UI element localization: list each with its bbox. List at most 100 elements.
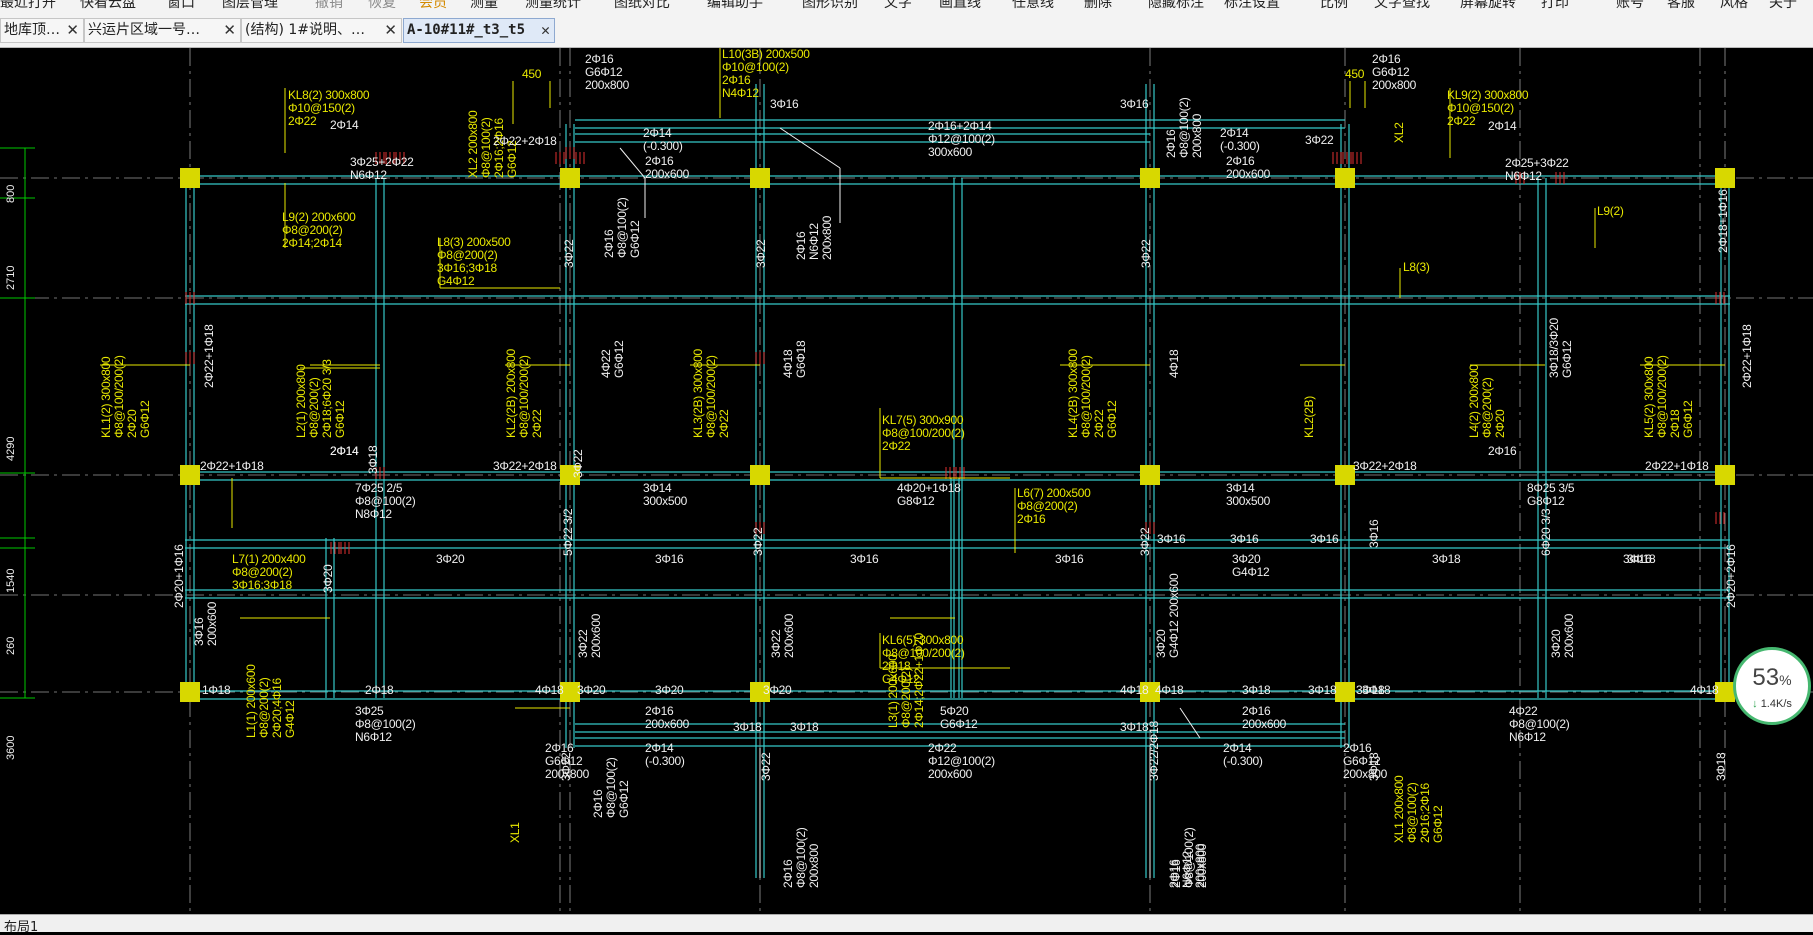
tab-0[interactable]: 地库顶… ✕ xyxy=(0,18,84,43)
menu-item-17[interactable]: 标注设置 xyxy=(1224,0,1280,11)
rebar-label: 2Φ14 xyxy=(330,118,359,132)
menu-item-11[interactable]: 图形识别 xyxy=(802,0,858,11)
rebar-label-vertical: 3Φ16 xyxy=(1367,519,1381,548)
column-5 xyxy=(1715,168,1735,188)
menu-item-18[interactable]: 比例 xyxy=(1320,0,1348,11)
rebar-label: 3Φ18 xyxy=(1627,552,1656,566)
menu-item-2[interactable]: 窗口 xyxy=(167,0,195,11)
tab-close-icon[interactable]: ✕ xyxy=(66,19,79,42)
rebar-label-vertical: 3Φ20 xyxy=(321,564,335,593)
rebar-label: 3Φ20 xyxy=(763,683,792,697)
tab-2[interactable]: (结构) 1#说明、… ✕ xyxy=(241,18,402,43)
rebar-label-vertical: 4Φ18 G6Φ18 xyxy=(781,340,808,378)
rebar-label: 3Φ20 xyxy=(655,683,684,697)
menu-item-0[interactable]: 最近打开 xyxy=(0,0,56,11)
menu-item-3[interactable]: 图层管理 xyxy=(222,0,278,11)
menu-item-5[interactable]: 恢复 xyxy=(368,0,396,11)
menu-item-6[interactable]: 会员 xyxy=(419,0,447,11)
column-0 xyxy=(180,168,200,188)
rebar-label: 3Φ16 xyxy=(1230,532,1259,546)
menu-item-1[interactable]: 快看云盘 xyxy=(80,0,136,11)
menu-item-23[interactable]: 客服 xyxy=(1667,0,1695,11)
layout-tab[interactable]: 布局1 xyxy=(4,916,38,935)
network-speed-widget[interactable]: 53% ↓ 1.4K/s xyxy=(1733,647,1811,725)
rebar-label: 3Φ25 Φ8@100(2) N6Φ12 xyxy=(355,704,416,744)
beam-annotation: L8(3) 200x500 Φ8@200(2) 3Φ16;3Φ18 G4Φ12 xyxy=(437,235,511,288)
menu-item-14[interactable]: 任意线 xyxy=(1012,0,1054,11)
rebar-label: 4Φ20+1Φ18 G8Φ12 xyxy=(897,481,961,508)
rebar-label: 2Φ16 200x600 xyxy=(645,704,689,731)
tab-1[interactable]: 兴运片区域一号… ✕ xyxy=(84,18,241,43)
tab-close-icon[interactable]: ✕ xyxy=(541,19,550,42)
menu-item-13[interactable]: 画直线 xyxy=(939,0,981,11)
rebar-label: 2Φ14 xyxy=(1488,119,1517,133)
rebar-label: 3Φ18 xyxy=(1362,683,1391,697)
rebar-label: 4Φ18 xyxy=(1155,683,1184,697)
beam-annotation-vertical: KL4(2B) 300x800 Φ8@100/200(2) 2Φ22 G6Φ12 xyxy=(1066,349,1119,438)
column-11 xyxy=(1715,465,1735,485)
rebar-label: 3Φ18 xyxy=(733,720,762,734)
rebar-label-vertical: 2Φ20+1Φ16 xyxy=(172,544,186,609)
menu-item-4[interactable]: 撤销 xyxy=(315,0,343,11)
rebar-label: 3Φ14 300x500 xyxy=(1226,481,1270,508)
beam-annotation-vertical: XL1 xyxy=(508,822,522,843)
beam-annotation-vertical: L3(1) 200x600 Φ8@200(2) 2Φ14;2Φ22+1Φ20 xyxy=(886,633,926,728)
rebar-label: 3Φ16 xyxy=(1120,97,1149,111)
dimension-label: 260 xyxy=(5,636,17,655)
rebar-label: 1Φ18 xyxy=(202,683,231,697)
beam-annotation-vertical: KL2(2B) xyxy=(1302,396,1316,438)
rebar-label: 3Φ20 xyxy=(436,552,465,566)
rebar-label: 4Φ18 xyxy=(1690,683,1719,697)
rebar-label-vertical: 3Φ22 xyxy=(754,239,768,268)
rebar-label: 2Φ16+2Φ14 Φ12@100(2) 300x600 xyxy=(928,119,995,159)
rebar-label-vertical: 3Φ22 xyxy=(571,449,585,478)
beam-annotation: L10(3B) 200x500 Φ10@100(2) 2Φ16 N4Φ12 xyxy=(722,47,810,100)
tab-close-icon[interactable]: ✕ xyxy=(384,19,397,42)
tab-label: 地库顶… xyxy=(4,22,60,38)
menu-item-21[interactable]: 打印 xyxy=(1541,0,1569,11)
rebar-label: 3Φ18 xyxy=(1308,683,1337,697)
rebar-label: 3Φ14 300x500 xyxy=(643,481,687,508)
column-3 xyxy=(1140,168,1160,188)
rebar-label: 2Φ22+1Φ18 xyxy=(1645,459,1709,473)
rebar-label-vertical: 3Φ22 xyxy=(559,752,573,781)
menu-item-8[interactable]: 测量统计 xyxy=(525,0,581,11)
column-10 xyxy=(1335,465,1355,485)
rebar-label-vertical: 4Φ18 xyxy=(1167,349,1181,378)
column-8 xyxy=(750,465,770,485)
dimension-label: 1540 xyxy=(5,568,17,593)
menu-item-16[interactable]: 隐藏标注 xyxy=(1148,0,1204,11)
menu-item-19[interactable]: 文字查找 xyxy=(1374,0,1430,11)
drawing-canvas[interactable]: KL8(2) 300x800 Φ10@150(2) 2Φ22 L9(2) 200x… xyxy=(0,48,1813,914)
rebar-label-vertical: 3Φ18 xyxy=(1367,752,1381,781)
rebar-label: 2Φ16 G6Φ12 200x800 xyxy=(1372,52,1416,92)
tab-3[interactable]: A-10#11#_t3_t5 ✕ xyxy=(403,18,555,43)
menu-item-12[interactable]: 文字 xyxy=(884,0,912,11)
beam-annotation: L9(2) xyxy=(1597,204,1624,218)
rebar-label-vertical: 4Φ22 G6Φ12 xyxy=(599,340,626,378)
menu-item-10[interactable]: 编辑助手 xyxy=(707,0,763,11)
menu-item-22[interactable]: 账号 xyxy=(1616,0,1644,11)
rebar-label: 3Φ18 xyxy=(790,720,819,734)
dimension-label: 3600 xyxy=(5,735,17,760)
rebar-label: 3Φ18 xyxy=(1120,720,1149,734)
tab-label: A-10#11#_t3_t5 xyxy=(407,22,526,38)
rebar-label: 3Φ22+2Φ18 xyxy=(493,459,557,473)
rebar-label: 3Φ20 xyxy=(577,683,606,697)
rebar-label: 3Φ18 xyxy=(1242,683,1271,697)
menu-item-15[interactable]: 删除 xyxy=(1084,0,1112,11)
menu-item-7[interactable]: 测量 xyxy=(470,0,498,11)
beam-annotation-vertical: L4(2) 200x800 Φ8@200(2) 2Φ20 xyxy=(1467,364,1507,439)
rebar-label-vertical: 3Φ22 xyxy=(751,527,765,556)
beam-annotation-vertical: KL2(2B) 200x800 Φ8@100/200(2) 2Φ22 xyxy=(504,349,544,438)
rebar-label: 2Φ16 200x600 xyxy=(1226,154,1270,181)
menu-item-20[interactable]: 屏幕旋转 xyxy=(1460,0,1516,11)
rebar-label-vertical: 2Φ16 N6Φ12 200x800 xyxy=(1167,844,1207,888)
beam-annotation: L6(7) 200x500 Φ8@200(2) 2Φ16 xyxy=(1017,486,1091,526)
beam-annotation-vertical: KL3(2B) 300x800 Φ8@100/200(2) 2Φ22 xyxy=(691,349,731,438)
rebar-label-vertical: 2Φ16 Φ8@100(2) 200x800 xyxy=(781,827,821,888)
tab-close-icon[interactable]: ✕ xyxy=(223,19,236,42)
menu-item-24[interactable]: 风格 xyxy=(1720,0,1748,11)
menu-item-9[interactable]: 图纸对比 xyxy=(614,0,670,11)
menu-item-25[interactable]: 关于 xyxy=(1769,0,1797,11)
